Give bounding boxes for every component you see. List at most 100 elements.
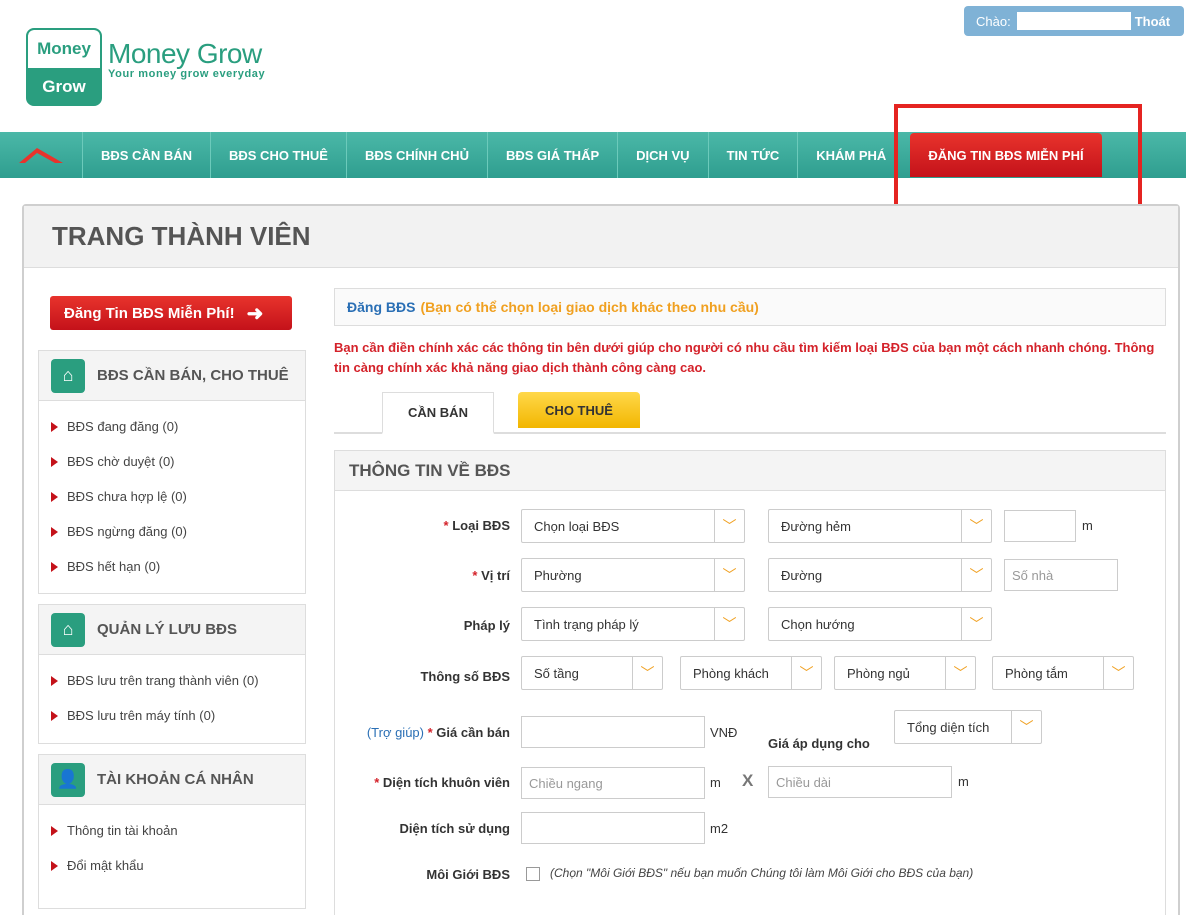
nav-tin-tuc[interactable]: TIN TỨC	[707, 132, 798, 178]
chieu-ngang-input[interactable]: Chiều ngang	[521, 767, 705, 799]
sidebar-item[interactable]: BĐS lưu trên trang thành viên (0)	[39, 663, 305, 698]
chevron-down-icon: ﹀	[1103, 657, 1133, 689]
sidebar-item[interactable]: BĐS ngừng đăng (0)	[39, 514, 305, 549]
sidebar-item[interactable]: BĐS đang đăng (0)	[39, 409, 305, 444]
nav-dich-vu[interactable]: DỊCH VỤ	[617, 132, 707, 178]
nav-bds-cho-thue[interactable]: BĐS CHO THUÊ	[210, 132, 346, 178]
nav-bds-chinh-chu[interactable]: BĐS CHÍNH CHỦ	[345, 132, 487, 178]
sidebar-item[interactable]: Đổi mật khẩu	[39, 848, 305, 883]
so-tang-select[interactable]: Số tầng ﹀	[521, 656, 663, 690]
phap-ly-select[interactable]: Tình trạng pháp lý ﹀	[521, 607, 745, 641]
so-tang-value: Số tầng	[534, 665, 579, 681]
chevron-down-icon: ﹀	[714, 608, 744, 640]
chevron-down-icon: ﹀	[961, 510, 991, 542]
chevron-down-icon: ﹀	[961, 559, 991, 591]
chevron-down-icon: ﹀	[632, 657, 662, 689]
loai-bds-select[interactable]: Chọn loại BĐS ﹀	[521, 509, 745, 543]
logout-link[interactable]: Thoát	[1135, 14, 1170, 29]
nav-kham-pha[interactable]: KHÁM PHÁ	[797, 132, 904, 178]
gia-can-ban-label: (Trợ giúp) * Giá cần bán	[366, 725, 510, 740]
sidebar-section-saved: ⌂ QUẢN LÝ LƯU BĐS BĐS lưu trên trang thà…	[38, 604, 306, 744]
sidebar-section-account: 👤 TÀI KHOẢN CÁ NHÂN Thông tin tài khoản …	[38, 754, 306, 909]
tab-cho-thue[interactable]: CHO THUÊ	[518, 392, 640, 428]
logo-top-text: Money	[28, 30, 100, 68]
phuong-value: Phường	[534, 567, 582, 583]
chevron-down-icon: ﹀	[1011, 711, 1041, 743]
site-logo[interactable]: Money Grow	[26, 28, 102, 106]
chevron-down-icon: ﹀	[791, 657, 821, 689]
gia-ap-dung-select[interactable]: Tổng diện tích ﹀	[894, 710, 1042, 744]
moi-gioi-note: (Chọn "Môi Giới BĐS" nếu bạn muốn Chúng …	[550, 866, 974, 880]
transaction-tabs: CẦN BÁN CHO THUÊ	[334, 390, 1166, 434]
unit-vnd: VNĐ	[710, 725, 738, 740]
phap-ly-label: Pháp lý	[463, 618, 510, 633]
home-icon[interactable]	[0, 132, 82, 178]
username-redacted	[1016, 12, 1131, 30]
sidebar-item[interactable]: BĐS chưa hợp lệ (0)	[39, 479, 305, 514]
gia-ap-dung-value: Tổng diện tích	[907, 719, 990, 735]
loai-bds-label: * Loại BĐS	[443, 518, 510, 533]
duong-hem-value: Đường hẻm	[781, 518, 851, 534]
dien-tich-khuon-vien-label: * Diện tích khuôn viên	[374, 775, 510, 790]
property-info-title: THÔNG TIN VỀ BĐS	[335, 451, 1165, 491]
huong-value: Chọn hướng	[781, 616, 855, 632]
sidebar-section-title: BĐS CẦN BÁN, CHO THUÊ	[97, 367, 289, 384]
post-free-label: Đăng Tin BĐS Miễn Phí!	[64, 304, 235, 322]
phong-khach-select[interactable]: Phòng khách ﹀	[680, 656, 822, 690]
phong-tam-value: Phòng tắm	[1005, 665, 1068, 681]
post-header: Đăng BĐS (Bạn có thể chọn loại giao dịch…	[334, 288, 1166, 326]
sidebar-section-listings: ⌂ BĐS CẦN BÁN, CHO THUÊ BĐS đang đăng (0…	[38, 350, 306, 594]
nav-bds-gia-thap[interactable]: BĐS GIÁ THẤP	[486, 132, 617, 178]
chevron-down-icon: ﹀	[714, 559, 744, 591]
hem-width-input[interactable]	[1004, 510, 1076, 542]
sidebar-section-title: QUẢN LÝ LƯU BĐS	[97, 621, 237, 638]
unit-m2: m2	[710, 821, 729, 836]
chieu-dai-input[interactable]: Chiều dài	[768, 766, 952, 798]
phuong-select[interactable]: Phường ﹀	[521, 558, 745, 592]
user-icon: 👤	[51, 762, 85, 797]
chevron-down-icon: ﹀	[714, 510, 744, 542]
duong-value: Đường	[781, 567, 823, 583]
help-link[interactable]: (Trợ giúp)	[367, 725, 424, 740]
phap-ly-value: Tình trạng pháp lý	[534, 616, 639, 632]
unit-m: m	[710, 775, 721, 790]
post-header-title: Đăng BĐS	[347, 299, 416, 315]
logo-bottom-text: Grow	[42, 77, 86, 96]
sidebar-item[interactable]: BĐS chờ duyệt (0)	[39, 444, 305, 479]
sidebar-item[interactable]: BĐS hết hạn (0)	[39, 549, 305, 584]
sidebar-item[interactable]: Thông tin tài khoản	[39, 813, 305, 848]
sidebar-section-title: TÀI KHOẢN CÁ NHÂN	[97, 771, 254, 788]
unit-m: m	[1082, 518, 1093, 533]
nav-bds-can-ban[interactable]: BĐS CẦN BÁN	[82, 132, 210, 178]
phong-tam-select[interactable]: Phòng tắm ﹀	[992, 656, 1134, 690]
so-nha-input[interactable]: Số nhà	[1004, 559, 1118, 591]
duong-select[interactable]: Đường ﹀	[768, 558, 992, 592]
dien-tich-su-dung-input[interactable]	[521, 812, 705, 844]
sidebar-section-header: 👤 TÀI KHOẢN CÁ NHÂN	[39, 755, 305, 805]
duong-hem-select[interactable]: Đường hẻm ﹀	[768, 509, 992, 543]
phong-ngu-select[interactable]: Phòng ngủ ﹀	[834, 656, 976, 690]
post-free-button[interactable]: Đăng Tin BĐS Miễn Phí! ➜	[50, 296, 292, 330]
times-separator: X	[742, 771, 754, 790]
unit-m: m	[958, 774, 969, 789]
tab-can-ban[interactable]: CẦN BÁN	[382, 392, 494, 434]
greeting-label: Chào:	[976, 13, 1011, 29]
sidebar-item[interactable]: BĐS lưu trên máy tính (0)	[39, 698, 305, 733]
gia-input[interactable]	[521, 716, 705, 748]
arrow-right-icon: ➜	[246, 302, 264, 325]
gia-ap-dung-label: Giá áp dụng cho	[768, 736, 870, 751]
page-title: TRANG THÀNH VIÊN	[24, 206, 1178, 268]
warning-text: Bạn cần điền chính xác các thông tin bên…	[334, 340, 1155, 375]
brand-tagline: Your money grow everyday	[108, 68, 266, 80]
phong-ngu-value: Phòng ngủ	[847, 665, 910, 681]
vi-tri-label: * Vị trí	[472, 568, 510, 583]
loai-bds-value: Chọn loại BĐS	[534, 518, 620, 534]
brand: Money Grow Your money grow everyday	[108, 38, 265, 80]
chevron-down-icon: ﹀	[945, 657, 975, 689]
post-header-hint: (Bạn có thể chọn loại giao dịch khác the…	[420, 299, 759, 315]
house-arrow-icon: ⌂	[51, 358, 85, 393]
moi-gioi-checkbox[interactable]	[526, 867, 540, 881]
phong-khach-value: Phòng khách	[693, 665, 769, 681]
dien-tich-su-dung-label: Diện tích sử dụng	[399, 821, 510, 836]
huong-select[interactable]: Chọn hướng ﹀	[768, 607, 992, 641]
